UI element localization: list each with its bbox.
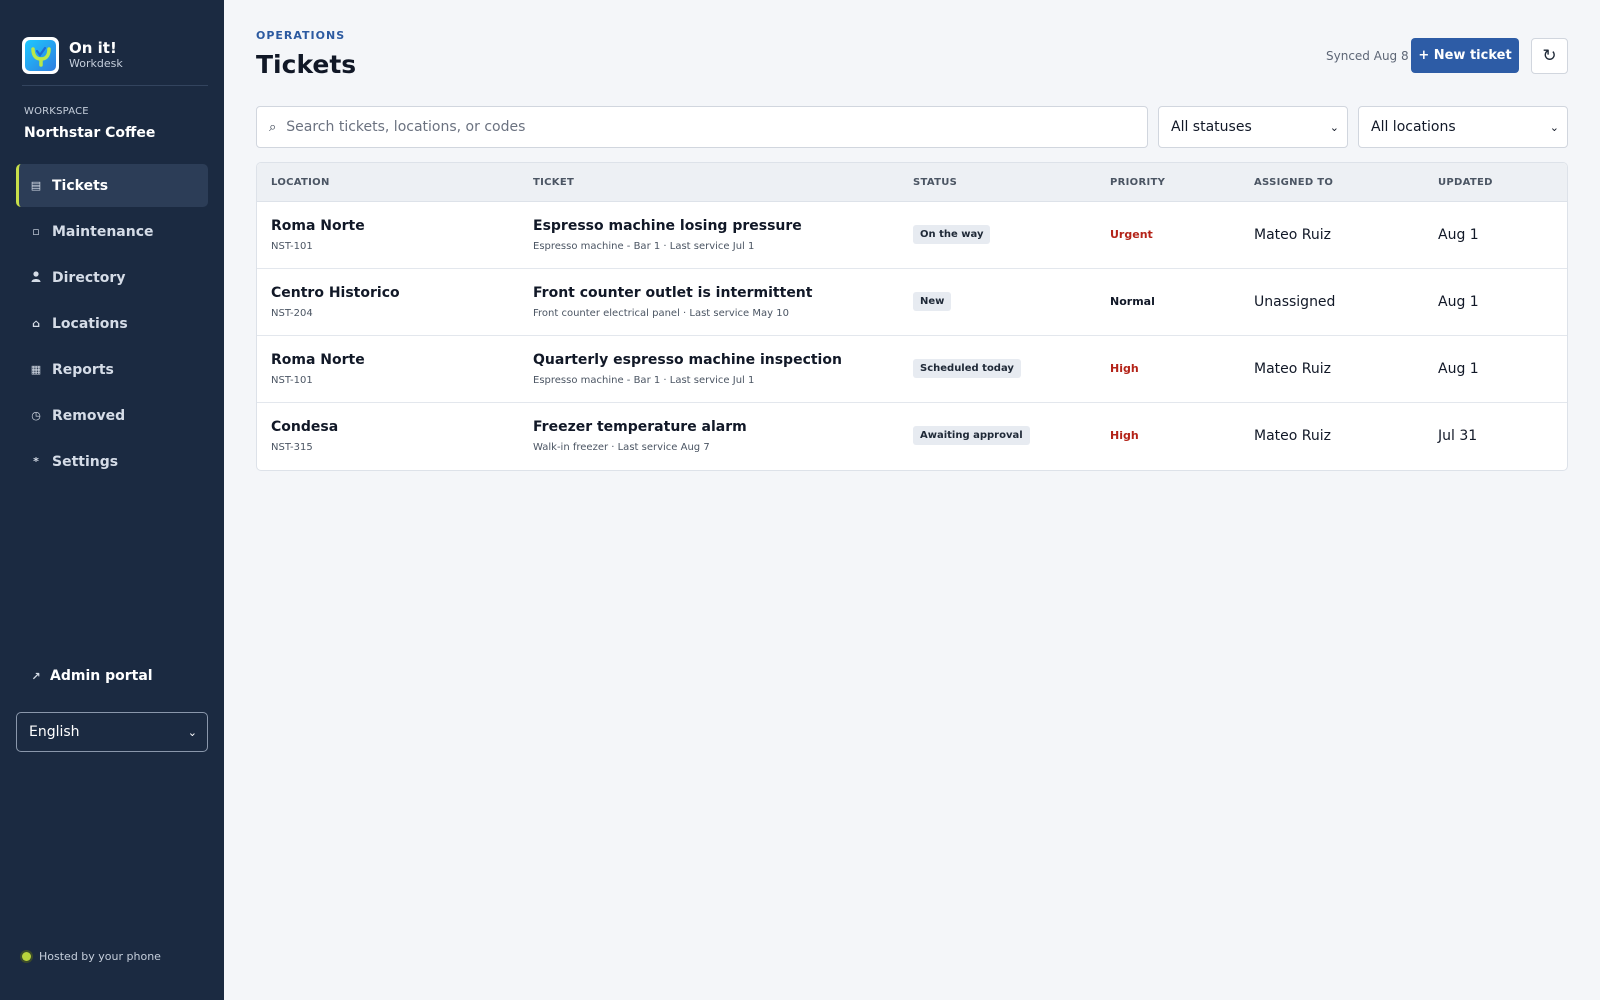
table-row[interactable]: Centro Historico NST-204 Front counter o… <box>257 269 1567 336</box>
sidebar-item-label: Reports <box>52 361 114 378</box>
chevron-down-icon: ⌄ <box>1329 120 1339 134</box>
brand-title: On it! <box>69 39 117 57</box>
row-ticket-title[interactable]: Front counter outlet is intermittent <box>533 285 812 301</box>
refresh-icon: ↻ <box>1542 46 1557 66</box>
status-dot-icon <box>22 952 31 961</box>
page-eyebrow: OPERATIONS <box>256 29 346 42</box>
row-assignee: Mateo Ruiz <box>1254 361 1331 377</box>
status-badge: Scheduled today <box>913 359 1021 378</box>
row-ticket-title[interactable]: Quarterly espresso machine inspection <box>533 352 842 368</box>
tickets-table: LOCATION TICKET STATUS PRIORITY ASSIGNED… <box>256 162 1568 471</box>
status-badge: On the way <box>913 225 991 244</box>
row-ticket-title[interactable]: Freezer temperature alarm <box>533 419 747 435</box>
search-box[interactable]: ⌕ <box>256 106 1148 148</box>
clock-icon: ◷ <box>31 409 41 422</box>
admin-portal-label: Admin portal <box>50 668 153 684</box>
row-ticket-subtitle: Walk-in freezer · Last service Aug 7 <box>533 442 710 453</box>
sidebar-item-settings[interactable]: * Settings <box>16 440 208 483</box>
square-icon: ▫ <box>32 225 40 238</box>
workspace-label: WORKSPACE <box>24 106 89 117</box>
row-location: Roma Norte <box>271 352 365 368</box>
sidebar-item-removed[interactable]: ◷ Removed <box>16 394 208 437</box>
column-header-assigned[interactable]: ASSIGNED TO <box>1254 177 1333 188</box>
row-location: Condesa <box>271 419 339 435</box>
asterisk-icon: * <box>33 455 39 468</box>
row-ticket-title[interactable]: Espresso machine losing pressure <box>533 218 802 234</box>
sync-status: Synced Aug 8 <box>1326 49 1409 63</box>
hosted-status: Hosted by your phone <box>22 950 161 963</box>
row-location: Centro Historico <box>271 285 400 301</box>
status-filter-select[interactable]: All statuses ⌄ <box>1158 106 1348 148</box>
main-content: OPERATIONS Tickets Synced Aug 8 + New ti… <box>224 0 1600 1000</box>
row-ticket-subtitle: Front counter electrical panel · Last se… <box>533 308 789 319</box>
row-location-code: NST-315 <box>271 442 313 453</box>
location-filter-select[interactable]: All locations ⌄ <box>1358 106 1568 148</box>
sidebar-item-reports[interactable]: ▦ Reports <box>16 348 208 391</box>
sidebar-nav: ▤ Tickets ▫ Maintenance Directory ⌂ Loca… <box>16 164 208 486</box>
row-updated: Aug 1 <box>1438 294 1479 310</box>
chevron-down-icon: ⌄ <box>1549 120 1559 134</box>
table-header: LOCATION TICKET STATUS PRIORITY ASSIGNED… <box>257 163 1567 202</box>
search-icon: ⌕ <box>269 119 277 135</box>
row-assignee: Mateo Ruiz <box>1254 428 1331 444</box>
admin-portal-link[interactable]: ↗ Admin portal <box>28 668 153 684</box>
priority-label: High <box>1110 429 1139 442</box>
sidebar-item-label: Removed <box>52 407 126 424</box>
list-icon: ▤ <box>30 179 42 192</box>
sidebar-item-label: Settings <box>52 453 119 470</box>
sidebar-item-maintenance[interactable]: ▫ Maintenance <box>16 210 208 253</box>
priority-label: Normal <box>1110 295 1155 308</box>
table-row[interactable]: Condesa NST-315 Freezer temperature alar… <box>257 403 1567 470</box>
row-updated: Jul 31 <box>1438 428 1478 444</box>
status-filter-value: All statuses <box>1171 119 1252 135</box>
row-assignee: Unassigned <box>1254 294 1336 310</box>
sidebar-item-label: Directory <box>52 269 126 286</box>
status-badge: New <box>913 292 952 311</box>
column-header-priority[interactable]: PRIORITY <box>1110 177 1165 188</box>
refresh-button[interactable]: ↻ <box>1531 38 1568 74</box>
column-header-location[interactable]: LOCATION <box>271 177 330 188</box>
sidebar-item-label: Maintenance <box>52 223 154 240</box>
column-header-updated[interactable]: UPDATED <box>1438 177 1493 188</box>
language-select[interactable]: English ⌄ <box>16 712 208 752</box>
app-logo-icon <box>22 36 59 74</box>
sidebar-item-directory[interactable]: Directory <box>16 256 208 299</box>
table-row[interactable]: Roma Norte NST-101 Espresso machine losi… <box>257 202 1567 269</box>
sidebar: On it! Workdesk WORKSPACE Northstar Coff… <box>0 0 224 1000</box>
page-title: Tickets <box>256 50 357 79</box>
row-location-code: NST-101 <box>271 375 313 386</box>
person-icon <box>28 270 44 285</box>
chevron-down-icon: ⌄ <box>187 725 197 739</box>
sidebar-item-locations[interactable]: ⌂ Locations <box>16 302 208 345</box>
brand-subtitle: Workdesk <box>69 57 123 70</box>
row-updated: Aug 1 <box>1438 227 1479 243</box>
table-row[interactable]: Roma Norte NST-101 Quarterly espresso ma… <box>257 336 1567 403</box>
column-header-status[interactable]: STATUS <box>913 177 957 188</box>
column-header-ticket[interactable]: TICKET <box>533 177 574 188</box>
new-ticket-button[interactable]: + New ticket <box>1411 38 1519 73</box>
brand[interactable]: On it! Workdesk <box>0 0 224 86</box>
search-input[interactable] <box>286 119 1087 135</box>
row-location: Roma Norte <box>271 218 365 234</box>
row-ticket-subtitle: Espresso machine - Bar 1 · Last service … <box>533 241 755 252</box>
sidebar-divider <box>22 85 208 86</box>
priority-label: Urgent <box>1110 228 1153 241</box>
home-icon: ⌂ <box>32 317 40 330</box>
row-location-code: NST-204 <box>271 308 313 319</box>
location-filter-value: All locations <box>1371 119 1456 135</box>
workspace-name[interactable]: Northstar Coffee <box>24 125 155 141</box>
status-badge: Awaiting approval <box>913 426 1030 445</box>
grid-icon: ▦ <box>30 363 42 376</box>
row-updated: Aug 1 <box>1438 361 1479 377</box>
hosted-label: Hosted by your phone <box>39 950 161 963</box>
row-ticket-subtitle: Espresso machine - Bar 1 · Last service … <box>533 375 755 386</box>
row-assignee: Mateo Ruiz <box>1254 227 1331 243</box>
row-location-code: NST-101 <box>271 241 313 252</box>
language-value: English <box>29 724 80 740</box>
sidebar-item-label: Tickets <box>52 177 109 194</box>
priority-label: High <box>1110 362 1139 375</box>
sidebar-item-label: Locations <box>52 315 128 332</box>
external-link-icon: ↗ <box>31 669 41 683</box>
sidebar-item-tickets[interactable]: ▤ Tickets <box>16 164 208 207</box>
